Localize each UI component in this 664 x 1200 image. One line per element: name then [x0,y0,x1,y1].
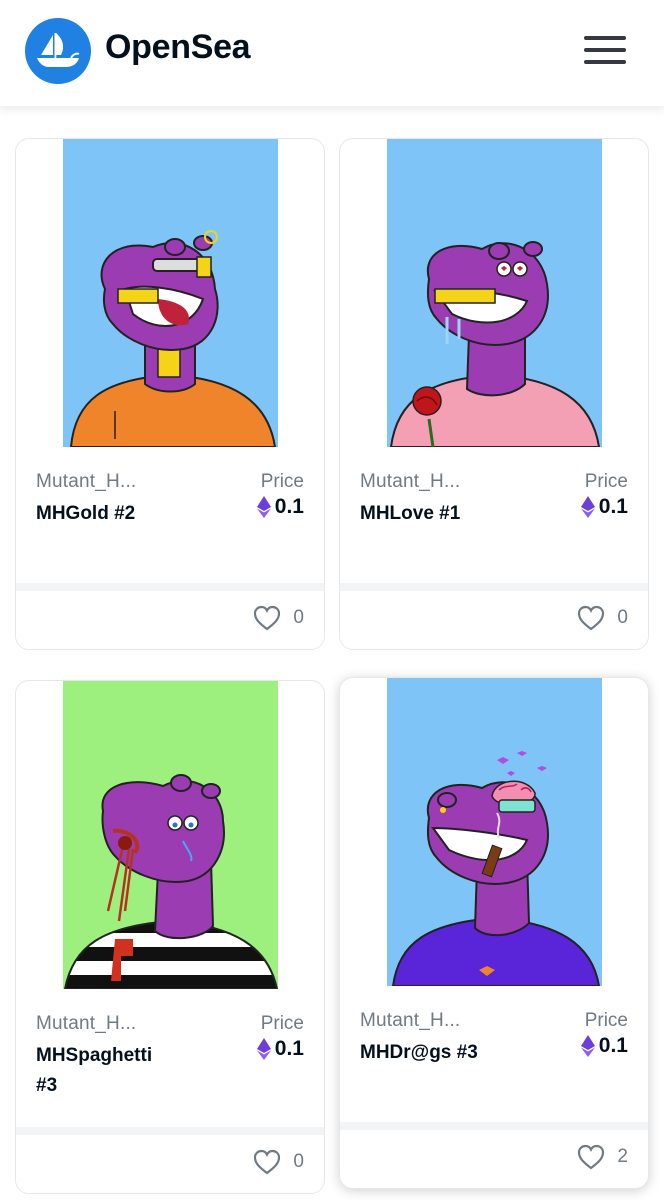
hamburger-menu-icon[interactable] [584,34,628,68]
card-footer: 0 [16,1127,324,1193]
collection-name[interactable]: Mutant_H... [36,1013,136,1035]
price-amount: 0.1 [598,1034,628,1057]
card-info: Mutant_H... MHLove #1 Price 0.1 [340,447,648,582]
card-footer: 2 [340,1122,648,1188]
price-label: Price [260,1013,304,1034]
nft-name[interactable]: MHLove #1 [360,499,520,529]
price-value: 0.1 [580,1034,628,1058]
nft-card[interactable]: Mutant_H... MHLove #1 Price 0.1 0 [339,138,649,650]
ethereum-icon [256,496,271,518]
heart-icon [254,605,281,631]
nft-artwork[interactable] [63,681,278,989]
ethereum-icon [580,1035,595,1057]
nft-artwork[interactable] [387,678,602,986]
collection-name[interactable]: Mutant_H... [36,471,136,493]
favorite-button[interactable]: 0 [253,605,304,631]
nft-name[interactable]: MHGold #2 [36,499,196,529]
opensea-logo[interactable] [25,18,91,84]
card-info: Mutant_H... MHDr@gs #3 Price 0.1 [340,986,648,1121]
card-info: Mutant_H... MHGold #2 Price 0.1 [16,447,324,582]
nft-name[interactable]: MHDr@gs #3 [360,1038,520,1068]
favorite-count: 0 [617,607,628,628]
heart-icon [254,1149,281,1175]
favorite-count: 0 [293,1151,304,1172]
collection-name[interactable]: Mutant_H... [360,1010,460,1032]
price-label: Price [260,471,304,492]
nft-artwork[interactable] [387,139,602,447]
nft-card[interactable]: Mutant_H... MHDr@gs #3 Price 0.1 2 [339,677,649,1189]
favorite-button[interactable]: 2 [577,1144,628,1170]
heart-icon [578,1144,605,1170]
top-bar: OpenSea [0,0,664,106]
favorite-count: 2 [617,1146,628,1167]
favorite-count: 0 [293,607,304,628]
price-value: 0.1 [580,495,628,519]
collection-name[interactable]: Mutant_H... [360,471,460,493]
ethereum-icon [580,496,595,518]
nft-card[interactable]: Mutant_H... MHGold #2 Price 0.1 0 [15,138,325,650]
price-value: 0.1 [256,1037,304,1061]
brand-name[interactable]: OpenSea [105,28,251,67]
price-amount: 0.1 [274,1037,304,1060]
card-info: Mutant_H... MHSpaghetti #3 Price 0.1 [16,989,324,1124]
sailboat-icon [37,33,80,67]
price-label: Price [584,1010,628,1031]
price-label: Price [584,471,628,492]
favorite-button[interactable]: 0 [577,605,628,631]
favorite-button[interactable]: 0 [253,1149,304,1175]
nft-name[interactable]: MHSpaghetti #3 [36,1041,176,1101]
price-amount: 0.1 [598,495,628,518]
price-amount: 0.1 [274,495,304,518]
nft-artwork[interactable] [63,139,278,447]
heart-icon [578,605,605,631]
nft-card[interactable]: Mutant_H... MHSpaghetti #3 Price 0.1 0 [15,680,325,1194]
price-value: 0.1 [256,495,304,519]
card-footer: 0 [340,583,648,649]
card-footer: 0 [16,583,324,649]
ethereum-icon [256,1038,271,1060]
